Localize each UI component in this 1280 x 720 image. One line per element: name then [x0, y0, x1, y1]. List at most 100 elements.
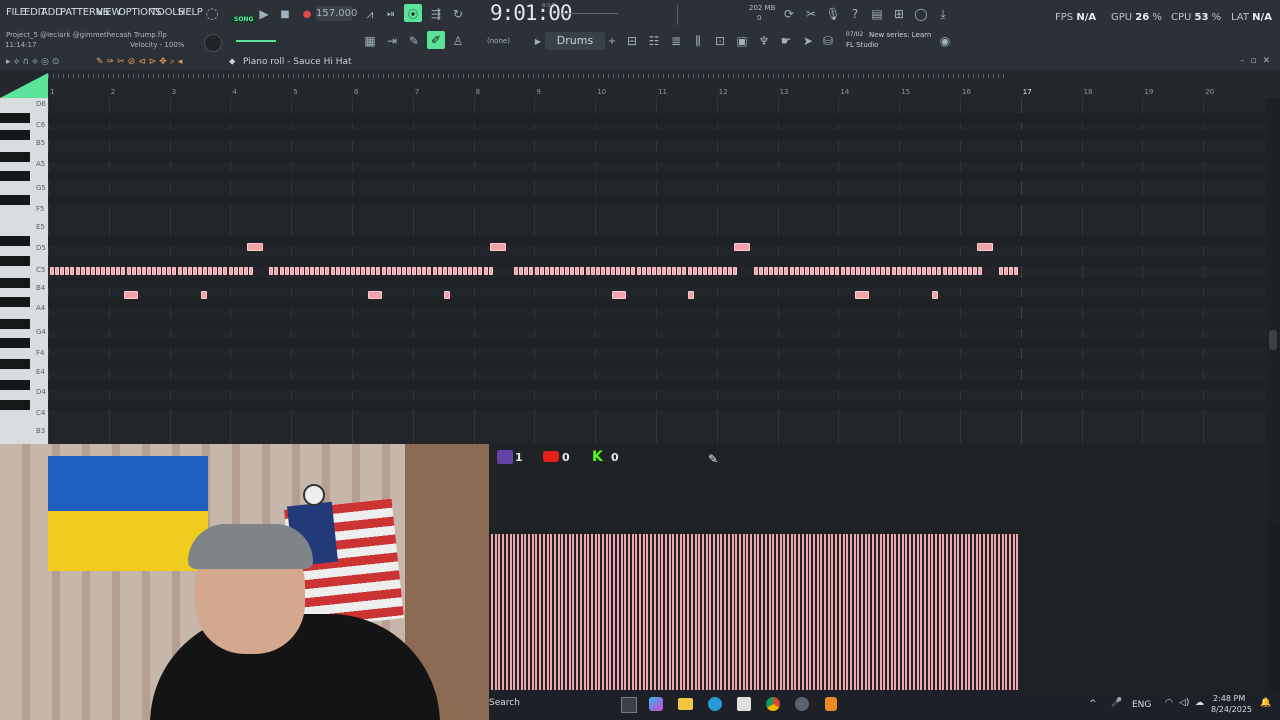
- note[interactable]: [70, 267, 75, 275]
- velocity-bar[interactable]: [986, 534, 989, 690]
- velocity-bar[interactable]: [676, 534, 678, 690]
- note[interactable]: [585, 267, 590, 275]
- note[interactable]: [534, 267, 539, 275]
- song-mode-toggle[interactable]: SONG: [231, 15, 257, 24]
- velocity-bar[interactable]: [531, 534, 534, 690]
- velocity-bar[interactable]: [627, 534, 630, 690]
- note[interactable]: [968, 267, 972, 275]
- note[interactable]: [631, 267, 636, 275]
- note[interactable]: [315, 267, 320, 275]
- piano-icon[interactable]: ▦: [362, 33, 378, 49]
- note[interactable]: [294, 267, 299, 275]
- window-controls-icon[interactable]: –▫✕: [1240, 56, 1276, 66]
- news-line2[interactable]: FL Studio: [846, 41, 878, 49]
- mixer-icon[interactable]: ✂: [803, 6, 819, 22]
- velocity-bar[interactable]: [720, 534, 723, 690]
- note[interactable]: [228, 267, 233, 275]
- velocity-bar[interactable]: [942, 534, 945, 690]
- velocity-bar[interactable]: [546, 534, 549, 690]
- note[interactable]: [187, 267, 192, 275]
- note[interactable]: [560, 267, 564, 275]
- note[interactable]: [911, 267, 916, 275]
- note[interactable]: [734, 243, 750, 251]
- velocity-bar[interactable]: [753, 534, 756, 690]
- velocity-bar[interactable]: [635, 534, 638, 690]
- note[interactable]: [247, 243, 263, 251]
- note[interactable]: [366, 267, 371, 275]
- black-key[interactable]: [0, 400, 30, 410]
- velocity-bar[interactable]: [598, 534, 601, 690]
- note[interactable]: [932, 291, 938, 299]
- position-slider[interactable]: [562, 13, 618, 14]
- taskbar-time[interactable]: 2:48 PM: [1213, 694, 1245, 703]
- note[interactable]: [809, 267, 814, 275]
- velocity-bar[interactable]: [694, 534, 697, 690]
- metronome-icon[interactable]: ⩘: [362, 6, 378, 22]
- velocity-bar[interactable]: [909, 534, 912, 690]
- edge-icon[interactable]: [708, 697, 722, 711]
- chat-icon[interactable]: ◯: [913, 6, 929, 22]
- velocity-bar[interactable]: [816, 534, 819, 690]
- note[interactable]: [376, 267, 381, 275]
- note[interactable]: [656, 267, 661, 275]
- piano-roll-tools-icon[interactable]: ▸⟡∩⟡◎⊙: [6, 57, 62, 67]
- velocity-bar[interactable]: [679, 534, 682, 690]
- note[interactable]: [682, 267, 687, 275]
- note[interactable]: [605, 267, 610, 275]
- note[interactable]: [131, 267, 136, 275]
- note[interactable]: [799, 267, 804, 275]
- play-icon[interactable]: ▶: [256, 6, 272, 22]
- note[interactable]: [590, 267, 595, 275]
- velocity-bar[interactable]: [735, 534, 738, 690]
- note[interactable]: [116, 267, 121, 275]
- note[interactable]: [830, 267, 835, 275]
- velocity-bar[interactable]: [983, 534, 986, 690]
- velocity-bar[interactable]: [886, 534, 889, 690]
- note[interactable]: [238, 267, 243, 275]
- note[interactable]: [886, 267, 891, 275]
- velocity-bar[interactable]: [849, 534, 852, 690]
- velocity-bar[interactable]: [905, 534, 908, 690]
- note[interactable]: [447, 267, 452, 275]
- taskbar-search[interactable]: Search: [489, 698, 520, 708]
- velocity-bar[interactable]: [494, 534, 497, 690]
- tempo-display[interactable]: 157.000: [316, 6, 357, 21]
- velocity-bar[interactable]: [801, 534, 804, 690]
- velocity-bar[interactable]: [664, 534, 667, 690]
- velocity-bar[interactable]: [883, 534, 886, 690]
- velocity-bar[interactable]: [727, 534, 730, 690]
- note[interactable]: [444, 291, 450, 299]
- velocity-bar[interactable]: [805, 534, 808, 690]
- note[interactable]: [815, 267, 819, 275]
- scrollbar-thumb[interactable]: [1269, 330, 1277, 350]
- note[interactable]: [922, 267, 927, 275]
- note[interactable]: [524, 267, 529, 275]
- velocity-bar[interactable]: [764, 534, 767, 690]
- velocity-bar[interactable]: [1005, 534, 1008, 690]
- velocity-bar[interactable]: [920, 534, 923, 690]
- note[interactable]: [672, 267, 677, 275]
- velocity-bar[interactable]: [779, 534, 782, 690]
- note[interactable]: [845, 267, 850, 275]
- note[interactable]: [758, 267, 763, 275]
- velocity-bar[interactable]: [979, 534, 982, 690]
- velocity-bar[interactable]: [1016, 534, 1019, 690]
- note[interactable]: [218, 267, 223, 275]
- note[interactable]: [157, 267, 162, 275]
- note[interactable]: [692, 267, 697, 275]
- velocity-bar[interactable]: [724, 534, 727, 690]
- note[interactable]: [835, 267, 840, 275]
- velocity-bar[interactable]: [757, 534, 760, 690]
- velocity-bar[interactable]: [646, 534, 649, 690]
- black-key[interactable]: [0, 130, 30, 140]
- channel-selector[interactable]: Drums: [545, 32, 605, 50]
- mixer-view-icon[interactable]: ⫼: [690, 33, 706, 49]
- velocity-bar[interactable]: [550, 534, 553, 690]
- note[interactable]: [646, 267, 651, 275]
- note[interactable]: [565, 267, 570, 275]
- note[interactable]: [124, 291, 138, 299]
- velocity-bar[interactable]: [890, 534, 893, 690]
- velocity-bar[interactable]: [661, 534, 664, 690]
- black-key[interactable]: [0, 297, 30, 307]
- note[interactable]: [626, 267, 631, 275]
